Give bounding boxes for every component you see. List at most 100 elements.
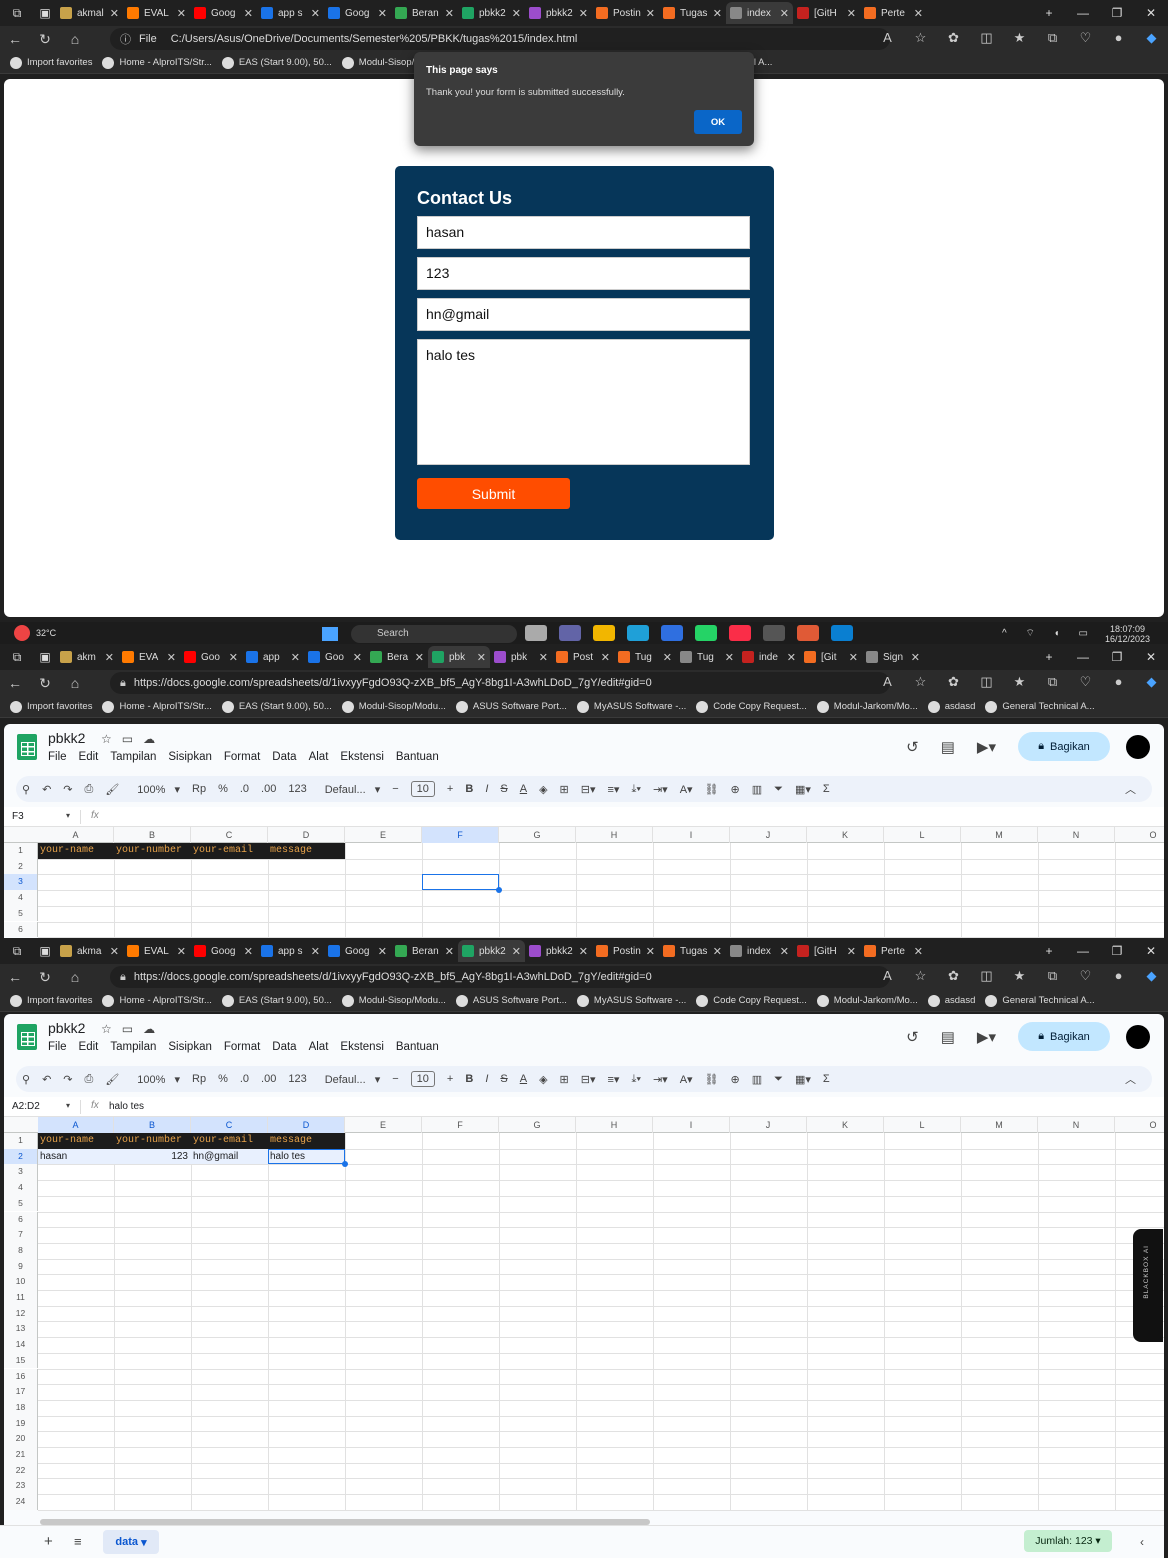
menu-data[interactable]: Data bbox=[272, 751, 296, 763]
browser-tab[interactable]: Tug ✕ bbox=[676, 646, 738, 668]
submit-button[interactable]: Submit bbox=[417, 478, 570, 509]
row-header[interactable]: 7 bbox=[4, 1227, 38, 1243]
favorite-link[interactable]: Import favorites bbox=[10, 700, 92, 713]
star-icon[interactable]: ☆ bbox=[101, 732, 122, 746]
favorite-link[interactable]: ASUS Software Port... bbox=[455, 700, 567, 713]
favorite-link[interactable]: Modul-Jarkom/Mo... bbox=[816, 994, 918, 1007]
column-header[interactable]: N bbox=[1038, 1117, 1115, 1133]
avatar[interactable] bbox=[1126, 1024, 1150, 1049]
close-tab-icon[interactable]: ✕ bbox=[244, 7, 253, 20]
maximize-icon[interactable]: ❐ bbox=[1100, 944, 1134, 958]
folder-icon[interactable] bbox=[593, 625, 615, 641]
functions-icon[interactable]: Σ bbox=[823, 783, 830, 795]
header-cell[interactable]: your-number bbox=[114, 1133, 191, 1149]
fill-color-icon[interactable]: ◈ bbox=[539, 783, 547, 796]
history-icon[interactable]: ↺ bbox=[906, 738, 919, 756]
windows-start-icon[interactable] bbox=[322, 627, 338, 641]
favorite-link[interactable]: Home - AlproITS/Str... bbox=[102, 56, 212, 69]
address-bar[interactable]: 🔒︎ https://docs.google.com/spreadsheets/… bbox=[110, 966, 890, 988]
column-header[interactable]: B bbox=[114, 1117, 191, 1133]
favorite-link[interactable]: Import favorites bbox=[10, 56, 92, 69]
font-size-decrease-icon[interactable]: − bbox=[392, 1073, 398, 1085]
music-icon[interactable] bbox=[729, 625, 751, 641]
close-tab-icon[interactable]: ✕ bbox=[415, 651, 424, 664]
font-select[interactable]: Defaul... ▾ bbox=[319, 1073, 381, 1086]
views-icon[interactable]: ▦▾ bbox=[795, 783, 811, 796]
git-icon[interactable] bbox=[797, 625, 819, 641]
row-header[interactable]: 21 bbox=[4, 1447, 38, 1463]
workspaces-icon[interactable]: ⧉ bbox=[6, 940, 28, 962]
favorite-star-icon[interactable]: ☆ bbox=[904, 30, 937, 46]
tab-actions-icon[interactable]: ▣ bbox=[34, 2, 56, 24]
favorite-link[interactable]: EAS (Start 9.00), 50... bbox=[221, 700, 332, 713]
menu-ekstensi[interactable]: Ekstensi bbox=[340, 751, 383, 763]
close-tab-icon[interactable]: ✕ bbox=[512, 7, 521, 20]
browser-tab[interactable]: Beran ✕ bbox=[391, 2, 458, 24]
spreadsheet-grid[interactable]: A B C D E F G H I J K L M N O 1 2 3 4 5 6 your-name your-numbe… bbox=[4, 827, 1164, 939]
column-header[interactable]: J bbox=[730, 1117, 807, 1133]
favorite-link[interactable]: Home - AlproITS/Str... bbox=[102, 700, 212, 713]
performance-icon[interactable]: ♡ bbox=[1069, 968, 1102, 984]
close-tab-icon[interactable]: ✕ bbox=[445, 7, 454, 20]
column-header[interactable]: A bbox=[38, 1117, 114, 1133]
row-header[interactable]: 4 bbox=[4, 1180, 38, 1196]
column-header[interactable]: C bbox=[191, 827, 268, 843]
avatar[interactable] bbox=[1126, 734, 1150, 759]
link-icon[interactable]: ⛓︎ bbox=[705, 1073, 719, 1086]
decrease-decimal-button[interactable]: .0 bbox=[240, 1073, 249, 1085]
profile-icon[interactable]: ● bbox=[1102, 30, 1135, 46]
cloud-icon[interactable]: ☁ bbox=[143, 732, 165, 746]
browser-tab[interactable]: Tugas ✕ bbox=[659, 2, 726, 24]
row-header[interactable]: 11 bbox=[4, 1290, 38, 1306]
chart-icon[interactable]: ▥ bbox=[752, 783, 762, 796]
filter-icon[interactable]: ⏷ bbox=[774, 1073, 783, 1086]
browser-tab[interactable]: pbkk2 ✕ bbox=[525, 940, 592, 962]
close-tab-icon[interactable]: ✕ bbox=[244, 945, 253, 958]
rotate-icon[interactable]: A▾ bbox=[680, 783, 693, 796]
close-tab-icon[interactable]: ✕ bbox=[579, 945, 588, 958]
browser-tab[interactable]: Postin ✕ bbox=[592, 940, 659, 962]
address-bar[interactable]: 🔒︎ https://docs.google.com/spreadsheets/… bbox=[110, 672, 890, 694]
close-tab-icon[interactable]: ✕ bbox=[914, 945, 923, 958]
pen-icon[interactable] bbox=[661, 625, 683, 641]
text-color-icon[interactable]: A bbox=[520, 1073, 527, 1085]
close-tab-icon[interactable]: ✕ bbox=[780, 7, 789, 20]
header-cell[interactable]: your-number bbox=[114, 843, 191, 859]
meet-icon[interactable]: ▶▾ bbox=[977, 1028, 996, 1046]
browser-tab[interactable]: Post ✕ bbox=[552, 646, 614, 668]
browser-tab[interactable]: index ✕ bbox=[726, 940, 793, 962]
merge-icon[interactable]: ⊟▾ bbox=[581, 1073, 596, 1086]
header-cell[interactable]: message bbox=[268, 843, 345, 859]
column-header[interactable]: D bbox=[268, 827, 345, 843]
row-header[interactable]: 15 bbox=[4, 1352, 38, 1369]
browser-tab[interactable]: Goo ✕ bbox=[180, 646, 242, 668]
italic-icon[interactable]: I bbox=[485, 783, 488, 795]
column-header[interactable]: B bbox=[114, 827, 191, 843]
move-icon[interactable]: ▭ bbox=[122, 732, 143, 746]
address-bar[interactable]: ⓘ File C:/Users/Asus/OneDrive/Documents/… bbox=[110, 28, 890, 50]
column-header[interactable]: J bbox=[730, 827, 807, 843]
comments-icon[interactable]: ▤ bbox=[941, 1028, 955, 1046]
browser-tab[interactable]: EVAL ✕ bbox=[123, 2, 190, 24]
back-icon[interactable]: ← bbox=[0, 675, 30, 691]
data-cell[interactable]: hn@gmail bbox=[191, 1149, 268, 1165]
browser-tab[interactable]: [GitH ✕ bbox=[793, 940, 860, 962]
browser-tab[interactable]: Postin ✕ bbox=[592, 2, 659, 24]
refresh-icon[interactable]: ↻ bbox=[30, 675, 60, 692]
favorite-link[interactable]: EAS (Start 9.00), 50... bbox=[221, 994, 332, 1007]
column-header[interactable]: D bbox=[268, 1117, 345, 1133]
row-header[interactable]: 18 bbox=[4, 1399, 38, 1416]
valign-icon[interactable]: ⤓▾ bbox=[631, 1073, 640, 1086]
close-tab-icon[interactable]: ✕ bbox=[713, 7, 722, 20]
taskbar-search[interactable]: Search bbox=[351, 625, 517, 643]
font-size-decrease-icon[interactable]: − bbox=[392, 783, 398, 795]
rotate-icon[interactable]: A▾ bbox=[680, 1073, 693, 1086]
close-tab-icon[interactable]: ✕ bbox=[512, 945, 521, 958]
refresh-icon[interactable]: ↻ bbox=[30, 969, 60, 986]
browser-tab[interactable]: Goog ✕ bbox=[190, 2, 257, 24]
close-window-icon[interactable]: ✕ bbox=[1134, 650, 1168, 664]
increase-decimal-button[interactable]: .00 bbox=[261, 783, 276, 795]
menu-tampilan[interactable]: Tampilan bbox=[110, 1041, 156, 1053]
sheets-logo-icon[interactable] bbox=[17, 734, 37, 760]
column-header[interactable]: O bbox=[1115, 827, 1164, 843]
